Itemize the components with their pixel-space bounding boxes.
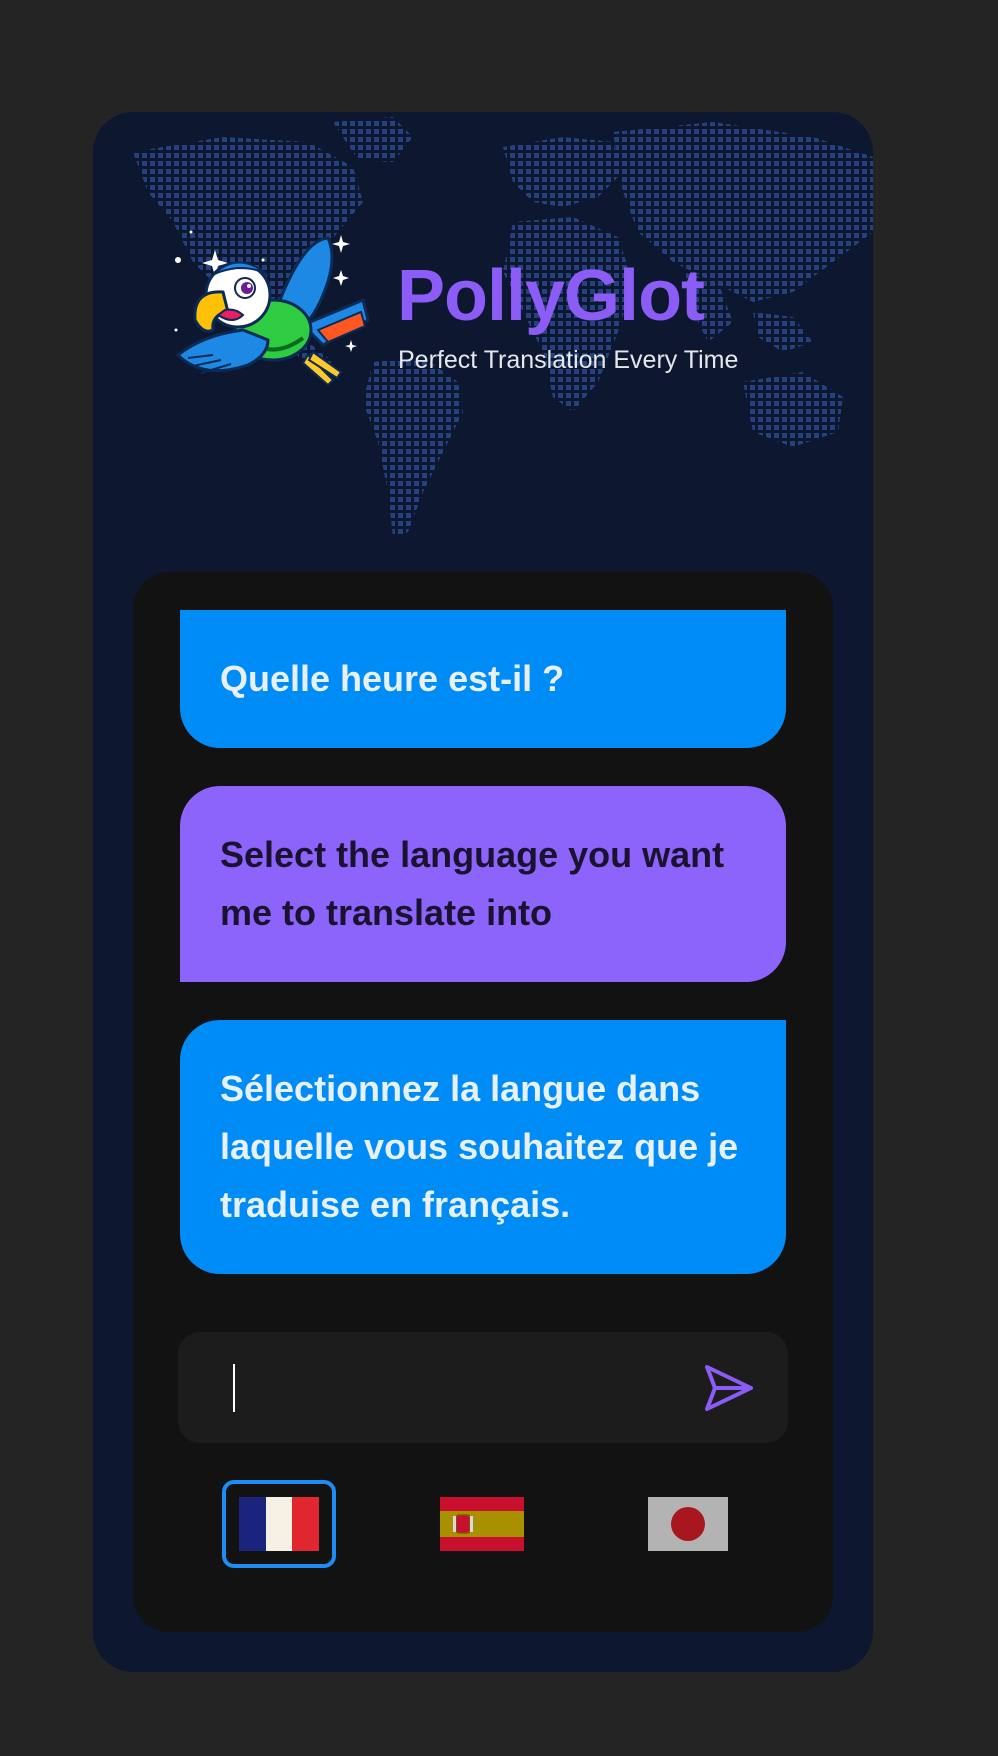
message-user-1: Quelle heure est-il ? [180,610,786,748]
language-option-spanish[interactable] [425,1480,539,1568]
flag-france-icon [239,1497,319,1551]
app-subtitle: Perfect Translation Every Time [398,346,739,374]
parrot-logo-icon [174,230,370,387]
message-text: Sélectionnez la langue dans laquelle vou… [220,1068,739,1225]
flag-spain-icon [440,1497,524,1551]
header: PollyGlot Perfect Translation Every Time [93,112,873,552]
language-selector [133,1480,833,1570]
send-icon [705,1365,753,1411]
flag-japan-icon [648,1497,728,1551]
app-title: PollyGlot [397,256,705,336]
message-text: Quelle heure est-il ? [220,658,565,699]
send-button[interactable] [698,1358,758,1418]
message-text: Select the language you want me to trans… [220,834,725,933]
chat-panel: Quelle heure est-il ? Select the languag… [133,572,833,1632]
app-card: PollyGlot Perfect Translation Every Time… [93,112,873,1672]
language-option-japanese[interactable] [631,1480,745,1568]
text-caret [233,1364,235,1412]
message-assistant-1: Select the language you want me to trans… [180,786,786,982]
message-input[interactable] [178,1332,788,1443]
language-option-french[interactable] [222,1480,336,1568]
message-user-2: Sélectionnez la langue dans laquelle vou… [180,1020,786,1274]
